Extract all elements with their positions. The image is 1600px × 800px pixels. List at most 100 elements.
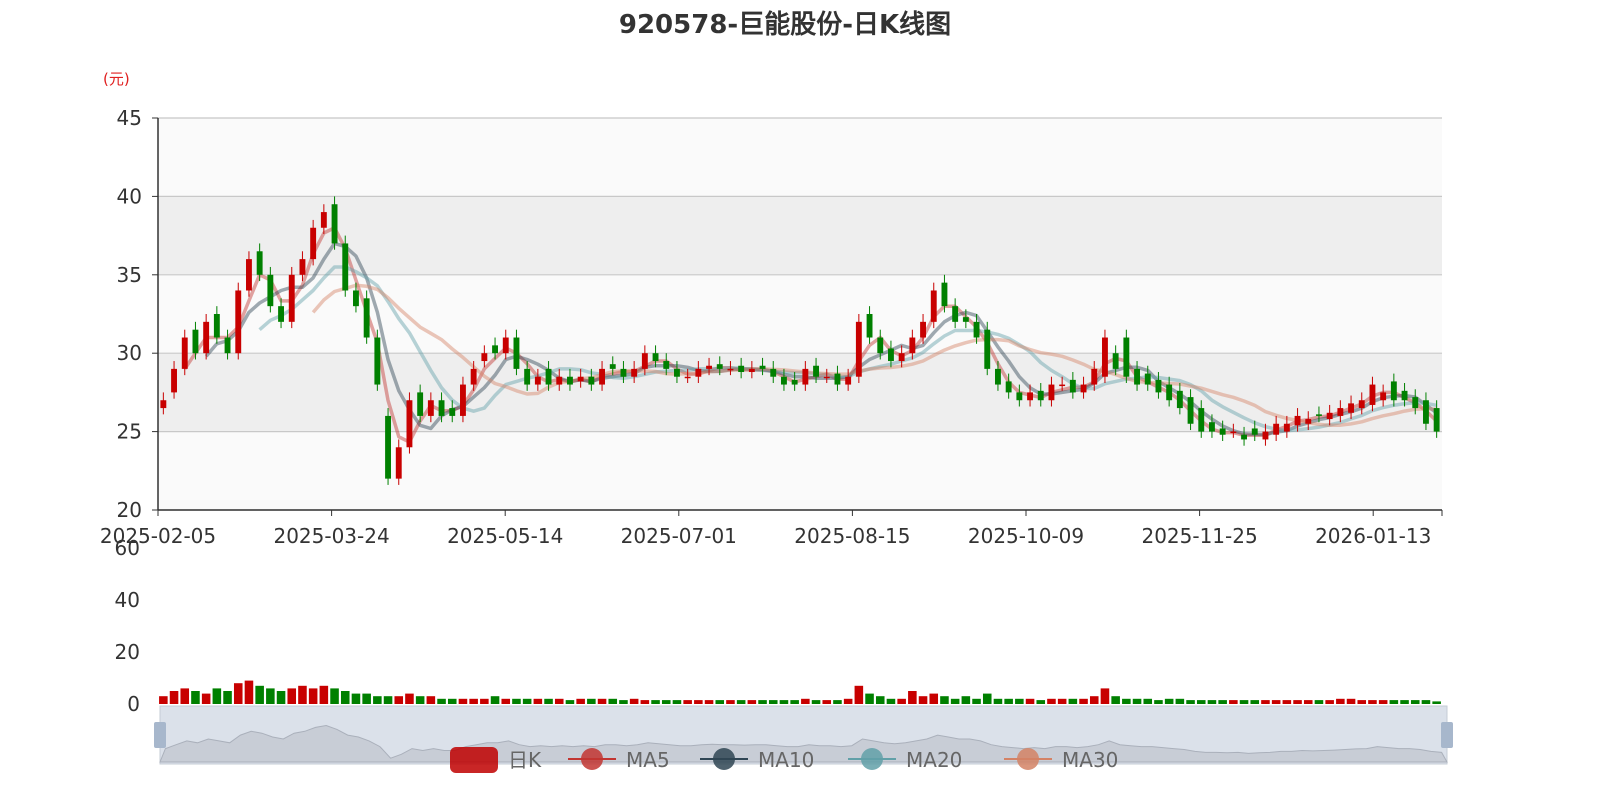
candle-down [620,368,627,377]
volume-y-tick-label: 0 [127,692,140,716]
candle-down [652,353,659,362]
volume-bar [908,691,917,704]
candle-up [706,365,712,369]
volume-bar [1378,700,1388,704]
volume-bar [1282,700,1292,704]
candle-up [502,337,509,354]
volume-bar [619,700,628,704]
volume-bar [694,700,703,704]
candle-up [1348,403,1354,413]
volume-bar [875,696,885,704]
volume-bar [779,700,789,704]
volume-bar [415,696,425,704]
candle-up [641,353,648,369]
candle-down [1433,408,1440,432]
candle-down [1198,408,1205,432]
volume-bar [1271,700,1281,704]
volume-bar [661,700,671,704]
candle-down [1241,434,1247,440]
candle-down [1187,397,1194,424]
volume-bar [501,698,511,704]
volume-bar [651,700,660,704]
candle-down [1176,390,1183,409]
legend-label: MA10 [758,748,814,772]
chart-title: 920578-巨能股份-日K线图 [619,9,951,40]
x-tick-label: 2025-07-01 [621,524,737,548]
candle-down [738,365,745,373]
candle-down [941,282,948,307]
volume-bar [373,696,382,704]
volume-bar [201,693,211,704]
volume-bar [490,696,500,704]
volume-bar [458,698,468,704]
y-tick-label: 30 [117,341,142,365]
volume-bar [1132,698,1142,704]
volume-bar [576,698,585,704]
candle-down [567,376,573,385]
volume-bar [340,691,350,704]
candle-down [1390,381,1397,401]
candle-up [160,400,167,409]
y-tick-label: 45 [117,106,142,130]
y-tick-label: 20 [117,498,142,522]
datazoom-right-handle[interactable] [1441,722,1453,748]
candle-down [674,368,680,377]
candle-up [823,376,830,379]
legend-label: MA5 [626,748,670,772]
candle-up [898,353,905,362]
candle-down [385,415,391,479]
volume-bar [704,700,714,704]
y-tick-label: 40 [117,184,142,208]
volume-bar [266,688,275,704]
volume-bar [747,700,757,704]
volume-bar [330,688,339,704]
candle-down [1005,381,1012,393]
x-tick-label: 2025-10-09 [968,524,1084,548]
volume-bar [1346,698,1356,704]
candle-up [1358,400,1365,409]
volume-bar [1079,698,1088,704]
candle-down [449,408,456,416]
candle-down [1251,428,1258,435]
candle-down [1412,397,1419,409]
candle-up [1380,392,1387,401]
candle-down [1112,353,1119,369]
datazoom-left-handle[interactable] [154,722,166,748]
candle-up [599,368,605,385]
candle-down [224,337,231,354]
volume-bar [801,698,810,704]
candle-up [460,384,466,416]
candle-down [813,365,819,377]
candle-down [1219,428,1226,435]
volume-bar [1368,700,1377,704]
volume-bar [1111,696,1120,704]
volume-bar [982,693,992,704]
y-axis-unit: (元) [103,70,130,88]
volume-bar [1089,696,1099,704]
volume-bar [1218,700,1227,704]
volume-bar [180,688,190,704]
volume-bar [940,696,949,704]
volume-bar [1229,700,1238,704]
volume-bar [1250,700,1260,704]
volume-bar [886,698,896,704]
volume-bar [897,698,906,704]
volume-y-tick-label: 40 [115,588,140,612]
candle-up [556,376,563,385]
volume-bar [1336,698,1345,704]
volume-bar [554,698,564,704]
volume-bar [1239,700,1249,704]
volume-bar [383,696,393,704]
candle-up [1337,408,1344,416]
candle-down [1316,414,1322,416]
volume-bar [1122,698,1131,704]
volume-bar [1175,698,1185,704]
volume-bar [276,691,286,704]
volume-y-tick-label: 20 [115,640,140,664]
candle-up [1283,423,1290,432]
volume-bar [811,700,821,704]
volume-bar [608,698,618,704]
candle-down [888,348,894,362]
candle-down [524,368,531,385]
candle-up [246,259,252,291]
